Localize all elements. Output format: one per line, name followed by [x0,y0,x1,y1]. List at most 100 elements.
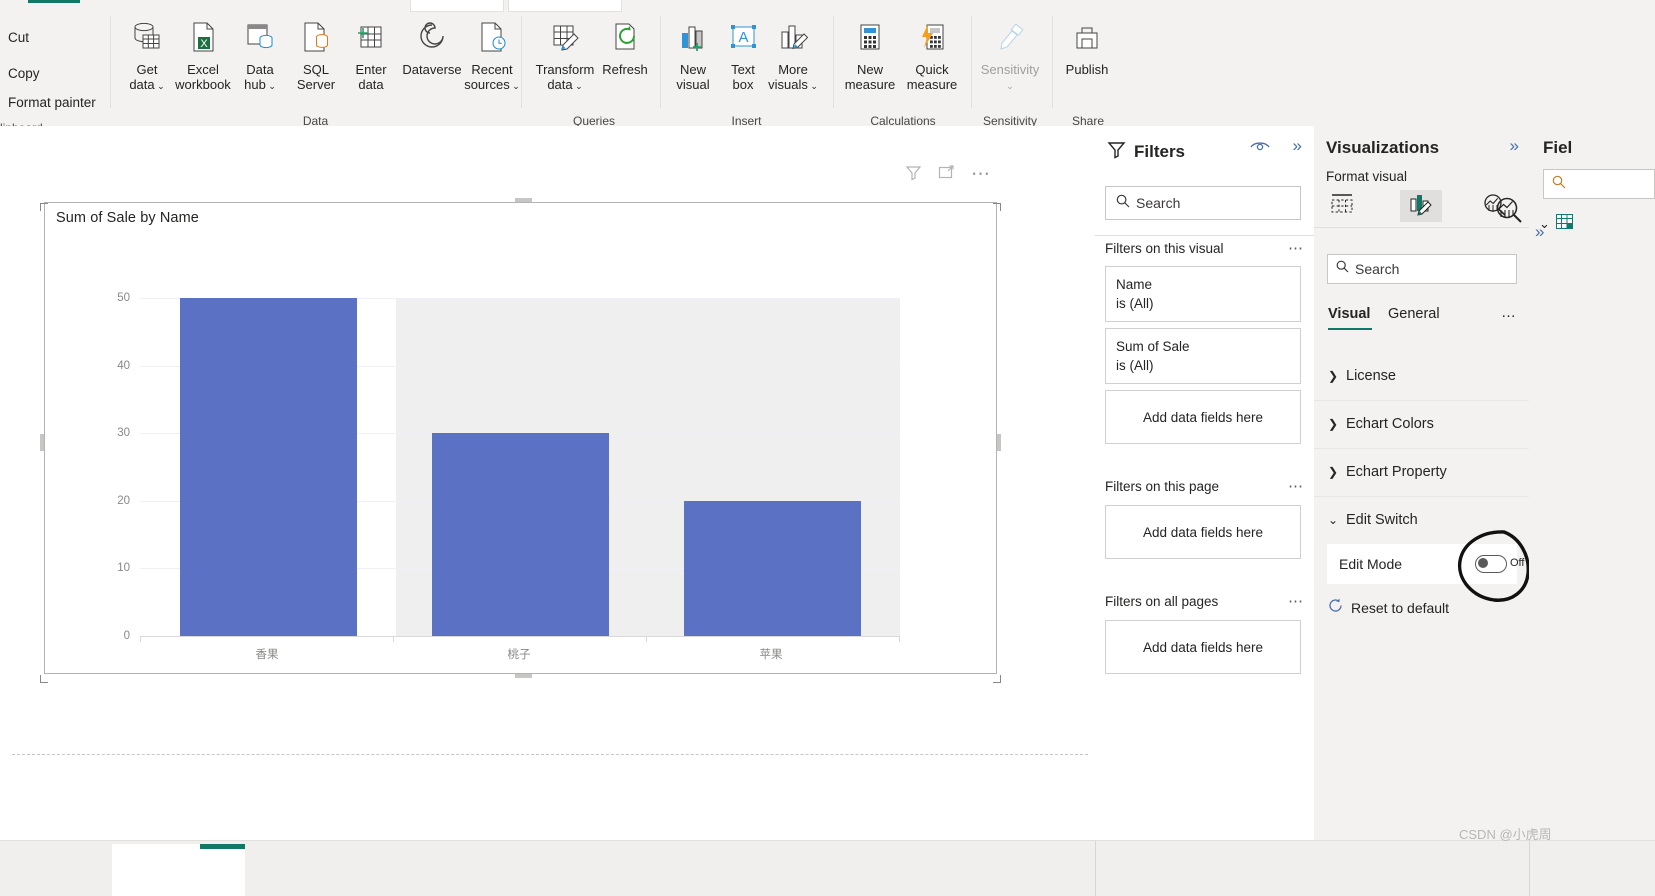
copy-label: Copy [8,66,40,81]
filter-card-name[interactable]: Name is (All) [1105,266,1301,322]
chart-plot-area[interactable]: 50 40 30 20 10 0 [117,292,900,642]
bar-category-2[interactable] [432,433,609,636]
accordion-edit-switch[interactable]: ⌄ Edit Switch [1314,496,1529,543]
svg-text:A: A [738,29,748,46]
resize-handle-bottom-right[interactable] [993,670,1002,684]
resize-handle-top-left[interactable] [39,198,48,211]
quick-measure-line2: measure [906,77,958,92]
filter-card-name-field: Name [1116,277,1153,292]
chevron-down-icon[interactable]: ⌄ [1006,81,1014,91]
chevron-down-icon[interactable]: ⌄ [1539,216,1550,232]
accordion-license[interactable]: ❯ License [1314,352,1529,399]
resize-handle-bottom[interactable] [515,674,532,678]
analytics-magnifier-icon-secondary[interactable] [1494,195,1524,230]
publish-button[interactable]: Publish [1058,14,1116,106]
section-page-more-icon[interactable]: ⋯ [1288,477,1304,495]
bar-category-1[interactable] [180,298,357,636]
get-data-button[interactable]: Get data ⌄ [118,14,176,106]
resize-handle-right[interactable] [997,434,1001,451]
resize-handle-bottom-left[interactable] [39,670,48,684]
page-tab[interactable] [112,844,245,896]
edit-mode-toggle[interactable]: Off [1475,555,1524,573]
filter-icon[interactable] [905,164,922,186]
refresh-button[interactable]: Refresh [596,14,654,106]
resize-handle-top-right[interactable] [993,198,1002,211]
clipboard-group: Cut Copy Format painter lipboard [0,14,108,135]
svg-text:X: X [200,38,208,50]
resize-handle-top[interactable] [515,198,532,202]
new-measure-button[interactable]: New measure [838,14,902,106]
accordion-echart-property[interactable]: ❯ Echart Property [1314,448,1529,495]
get-data-line1: Get [136,62,158,77]
chevron-right-icon: ❯ [1328,465,1339,479]
fields-search-input[interactable] [1543,169,1655,199]
chevron-down-icon[interactable]: ⌄ [808,81,818,91]
filter-card-sum-of-sale[interactable]: Sum of Sale is (All) [1105,328,1301,384]
recent-sources-button[interactable]: Recent sources ⌄ [463,14,521,106]
section-visual-more-icon[interactable]: ⋯ [1288,239,1304,257]
data-hub-line1: Data [246,62,274,77]
filter-card-sum-value: is (All) [1116,358,1154,373]
cut-button[interactable]: Cut [8,30,29,45]
copy-button[interactable]: Copy [8,66,40,81]
report-canvas[interactable]: ⋯ Sum of Sale by Name 50 40 30 20 10 0 香… [0,126,1095,840]
x-tick-4 [899,636,900,642]
filters-section-all-label: Filters on all pages ⋯ [1105,592,1304,610]
x-axis-label-2: 桃子 [507,649,531,661]
viz-tabs-more-icon[interactable]: … [1501,304,1517,321]
ribbon-group-insert: New visual A Text box More visuals ⌄ Ins… [664,14,829,128]
bar-category-3[interactable] [684,500,861,636]
visual-container[interactable]: ⋯ Sum of Sale by Name 50 40 30 20 10 0 香… [39,165,1002,684]
format-painter-button[interactable]: Format painter [8,95,96,110]
tab-visual-underline [1328,328,1372,330]
quick-measure-button[interactable]: Quick measure [900,14,964,106]
transform-data-icon [547,14,583,60]
chevron-down-icon[interactable]: ⌄ [510,81,520,91]
filter-dropzone-all[interactable]: Add data fields here [1105,620,1301,674]
reset-to-default-button[interactable]: Reset to default [1328,598,1449,618]
ribbon: Cut Copy Format painter lipboard [0,0,1655,135]
build-visual-tab[interactable] [1321,190,1363,222]
chevron-double-right-icon[interactable]: » [1293,136,1302,156]
text-box-line2: box [732,77,754,92]
fields-tree-root[interactable]: ⌄ [1539,214,1573,234]
chevron-right-icon: ❯ [1328,417,1339,431]
format-visual-tab[interactable] [1400,190,1442,222]
filter-dropzone-page[interactable]: Add data fields here [1105,505,1301,559]
visual-title: Sum of Sale by Name [56,210,199,226]
viz-search-input[interactable]: Search [1327,254,1517,284]
more-options-icon[interactable]: ⋯ [971,165,991,184]
ytick-label-0: 0 [123,630,130,642]
eye-icon[interactable] [1250,139,1270,158]
focus-mode-icon[interactable] [938,164,955,186]
excel-workbook-button[interactable]: X Excel workbook [174,14,232,106]
search-icon [1552,175,1566,194]
filter-dropzone-visual[interactable]: Add data fields here [1105,390,1301,444]
filters-search-input[interactable]: Search [1105,186,1301,220]
dataverse-button[interactable]: Dataverse [396,14,468,106]
transform-line1: Transform [535,62,595,77]
data-hub-button[interactable]: Data hub ⌄ [231,14,289,106]
chevron-down-icon[interactable]: ⌄ [573,81,583,91]
filters-divider [1095,235,1314,236]
chevron-down-icon[interactable]: ⌄ [266,81,276,91]
cut-label: Cut [8,30,30,45]
more-visuals-button[interactable]: More visuals ⌄ [764,14,822,106]
x-tick-1 [140,636,141,642]
section-visual-label-text: Filters on this visual [1105,241,1224,256]
tab-general[interactable]: General [1388,306,1440,322]
accordion-echart-colors[interactable]: ❯ Echart Colors [1314,400,1529,447]
ribbon-group-data: Get data ⌄ X Excel workbook Data hub ⌄ S… [118,14,520,128]
transform-data-button[interactable]: Transform data ⌄ [530,14,600,106]
section-all-more-icon[interactable]: ⋯ [1288,592,1304,610]
new-measure-line1: New [856,62,883,77]
tab-visual[interactable]: Visual [1328,306,1370,322]
resize-handle-left[interactable] [40,434,44,451]
enter-data-button[interactable]: Enter data [342,14,400,106]
ribbon-group-calculations: New measure Quick measure Calculations [838,14,968,128]
sensitivity-button[interactable]: Sensitivity ⌄ [977,14,1043,106]
get-data-line2: data [129,77,155,92]
chevron-down-icon[interactable]: ⌄ [155,81,165,91]
sql-server-button[interactable]: SQL Server [287,14,345,106]
chevron-double-right-icon[interactable]: » [1510,136,1519,156]
